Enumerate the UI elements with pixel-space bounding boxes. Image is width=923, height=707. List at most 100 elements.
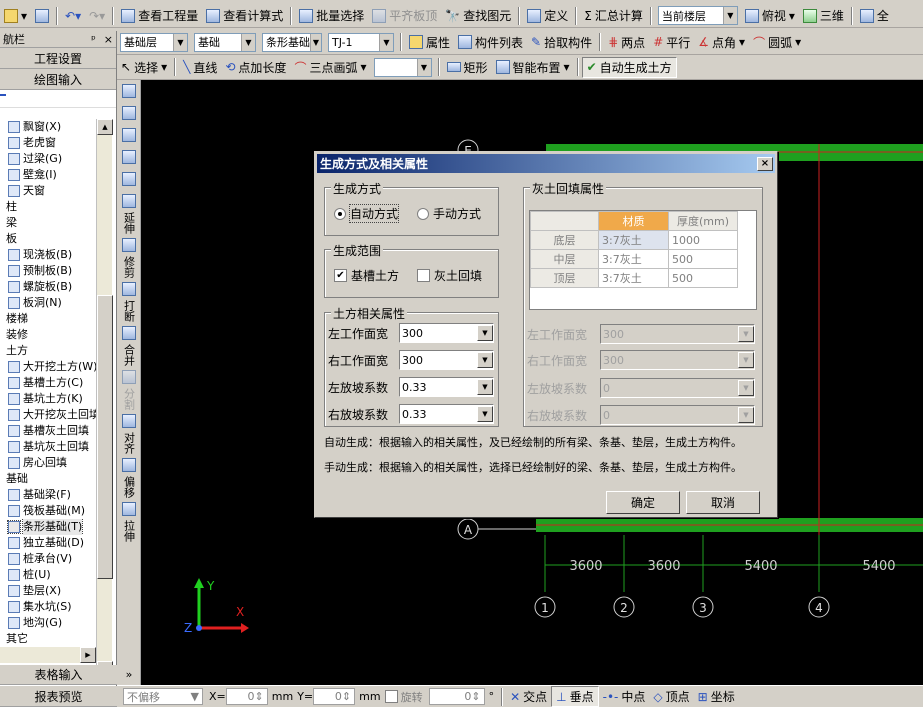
y-offset-input[interactable]: 0 ⇕ bbox=[313, 688, 356, 705]
more-tools-icon[interactable]: » bbox=[118, 669, 140, 681]
collapse-icon[interactable] bbox=[0, 94, 6, 96]
tree-item[interactable]: 其它 bbox=[0, 631, 96, 647]
tree-item[interactable]: 天窗 bbox=[0, 183, 96, 199]
point-angle-button[interactable]: ∡ 点角 ▾ bbox=[694, 32, 749, 53]
bf-left-slope-input[interactable]: 0 ▼ bbox=[600, 378, 755, 398]
backfill-checkbox[interactable]: 灰土回填 bbox=[417, 267, 482, 284]
snap-perp-button[interactable]: ⊥ 垂点 bbox=[551, 686, 599, 707]
tree-item[interactable]: 基坑土方(K) bbox=[0, 391, 96, 407]
auto-method-radio[interactable]: 自动方式 bbox=[334, 204, 400, 223]
element-list-button[interactable]: 构件列表 bbox=[454, 32, 527, 53]
bf-left-width-input[interactable]: 300 ▼ bbox=[600, 324, 755, 344]
snap-intersect-button[interactable]: ✕ 交点 bbox=[506, 686, 551, 707]
snap-coord-button[interactable]: ⊞ 坐标 bbox=[694, 686, 739, 707]
bf-right-width-input[interactable]: 300 ▼ bbox=[600, 350, 755, 370]
tree-item[interactable]: 梁 bbox=[0, 215, 96, 231]
tree-item[interactable]: 楼梯 bbox=[0, 311, 96, 327]
merge-tool[interactable]: 合并 bbox=[118, 322, 140, 366]
scroll-right-icon[interactable]: ▶ bbox=[80, 647, 96, 663]
rotate-checkbox[interactable] bbox=[384, 690, 398, 703]
tree-item[interactable]: 筏板基础(M) bbox=[0, 503, 96, 519]
pick-element-button[interactable]: ✎ 拾取构件 bbox=[527, 32, 596, 53]
view-quantity-button[interactable]: 查看工程量 bbox=[117, 5, 202, 26]
tree-item[interactable]: 板 bbox=[0, 231, 96, 247]
arc-option-select[interactable]: ▼ bbox=[373, 57, 432, 77]
tree-item[interactable]: 现浇板(B) bbox=[0, 247, 96, 263]
snap-vertex-button[interactable]: ◇ 顶点 bbox=[649, 686, 693, 707]
ok-button[interactable]: 确定 bbox=[606, 491, 680, 514]
select-button[interactable]: ↖ 选择 ▾ bbox=[117, 57, 171, 78]
left-slope-input[interactable]: 0.33 ▼ bbox=[399, 377, 494, 397]
open-icon[interactable]: ▾ bbox=[0, 5, 31, 26]
tree-item[interactable]: 过梁(G) bbox=[0, 151, 96, 167]
auto-gen-earthwork-button[interactable]: ✔ 自动生成土方 bbox=[581, 56, 677, 78]
dialog-close-button[interactable]: × bbox=[757, 156, 773, 171]
two-points-button[interactable]: ⋕ 两点 bbox=[604, 32, 649, 53]
trench-checkbox[interactable]: ✔ 基槽土方 bbox=[334, 267, 399, 284]
break-tool[interactable]: 打断 bbox=[118, 278, 140, 322]
stretch-tool[interactable]: 拉伸 bbox=[118, 498, 140, 542]
view-formula-button[interactable]: 查看计算式 bbox=[202, 5, 287, 26]
tree-item[interactable]: 基槽土方(C) bbox=[0, 375, 96, 391]
extend-tool[interactable]: 延伸 bbox=[118, 190, 140, 234]
align-tool[interactable]: 对齐 bbox=[118, 410, 140, 454]
layer-select[interactable]: 基础层 ▼ bbox=[120, 32, 188, 52]
tree-item[interactable]: 独立基础(D) bbox=[0, 535, 96, 551]
offset-select[interactable]: 不偏移 ▼ bbox=[123, 688, 203, 705]
tree-item[interactable]: 飘窗(X) bbox=[0, 119, 96, 135]
cancel-button[interactable]: 取消 bbox=[686, 491, 760, 514]
snap-mid-button[interactable]: -•- 中点 bbox=[599, 686, 650, 707]
rotate-input[interactable]: 0 ⇕ bbox=[428, 688, 485, 705]
three-d-button[interactable]: 三维 bbox=[799, 5, 848, 26]
left-width-input[interactable]: 300 ▼ bbox=[399, 323, 494, 343]
bf-right-slope-input[interactable]: 0 ▼ bbox=[600, 405, 755, 425]
report-preview-section[interactable]: 报表预览 bbox=[0, 686, 117, 707]
parallel-button[interactable]: # 平行 bbox=[649, 32, 694, 53]
tree-item[interactable]: 板洞(N) bbox=[0, 295, 96, 311]
fullscreen-button[interactable]: 全 bbox=[856, 5, 893, 26]
tree-item[interactable]: 地沟(G) bbox=[0, 615, 96, 631]
arc-button[interactable]: ⌒ 圆弧 ▾ bbox=[749, 32, 805, 53]
tree-item[interactable]: 桩(U) bbox=[0, 567, 96, 583]
pencil-tool[interactable] bbox=[118, 80, 140, 102]
attr-button[interactable]: 属性 bbox=[405, 32, 454, 53]
tree-hscrollbar[interactable]: ▶ bbox=[0, 647, 96, 663]
undo-icon[interactable]: ↶▾ bbox=[61, 5, 85, 26]
sum-calc-button[interactable]: Σ 汇总计算 bbox=[580, 5, 647, 26]
line-button[interactable]: ╲ 直线 bbox=[179, 57, 221, 78]
tree-item[interactable]: 螺旋板(B) bbox=[0, 279, 96, 295]
redo-icon[interactable]: ↷▾ bbox=[85, 5, 109, 26]
tree-item[interactable]: 大开挖灰土回填 bbox=[0, 407, 96, 423]
table-row[interactable]: 顶层 3:7灰土 500 bbox=[530, 268, 738, 288]
tree-item[interactable]: 基坑灰土回填 bbox=[0, 439, 96, 455]
tree-item[interactable]: 集水坑(S) bbox=[0, 599, 96, 615]
tree-scrollbar[interactable]: ▲ ▼ bbox=[96, 119, 113, 677]
batch-select-button[interactable]: 批量选择 bbox=[295, 5, 368, 26]
tree-item[interactable]: 桩承台(V) bbox=[0, 551, 96, 567]
point-length-button[interactable]: ⟲ 点加长度 bbox=[221, 57, 290, 78]
split-tool[interactable]: 分割 bbox=[118, 366, 140, 410]
drawing-input-section[interactable]: 绘图输入 bbox=[0, 69, 116, 90]
tree-item[interactable]: 老虎窗 bbox=[0, 135, 96, 151]
tree-item[interactable]: 房心回填 bbox=[0, 455, 96, 471]
dialog-title-bar[interactable]: 生成方式及相关属性 × bbox=[317, 154, 775, 173]
rect-button[interactable]: 矩形 bbox=[443, 57, 492, 78]
save-icon[interactable] bbox=[31, 5, 53, 26]
x-offset-input[interactable]: 0 ⇕ bbox=[225, 688, 268, 705]
move-tool[interactable] bbox=[118, 146, 140, 168]
table-input-section[interactable]: 表格输入 bbox=[0, 665, 117, 685]
floor-select[interactable]: 当前楼层 ▼ bbox=[657, 6, 738, 25]
flush-slab-button[interactable]: 平齐板顶 bbox=[368, 5, 441, 26]
offset-tool[interactable]: 偏移 bbox=[118, 454, 140, 498]
right-slope-input[interactable]: 0.33 ▼ bbox=[399, 404, 494, 424]
smart-layout-button[interactable]: 智能布置 ▾ bbox=[492, 57, 574, 78]
tree-item[interactable]: 条形基础(T) bbox=[0, 519, 96, 535]
manual-method-radio[interactable]: 手动方式 bbox=[417, 205, 481, 222]
tree-item[interactable]: 大开挖土方(W) bbox=[0, 359, 96, 375]
project-setup-section[interactable]: 工程设置 bbox=[0, 48, 116, 69]
rotate-tool[interactable] bbox=[118, 168, 140, 190]
element-tree[interactable]: 飘窗(X) 老虎窗 过梁(G) 壁龛(I) 天窗柱梁板现浇板(B) 预制板(B) 螺旋板(B… bbox=[0, 119, 96, 677]
right-width-input[interactable]: 300 ▼ bbox=[399, 350, 494, 370]
code-select[interactable]: TJ-1 ▼ bbox=[328, 32, 394, 52]
pin-icon[interactable]: ᵖ bbox=[91, 33, 96, 46]
